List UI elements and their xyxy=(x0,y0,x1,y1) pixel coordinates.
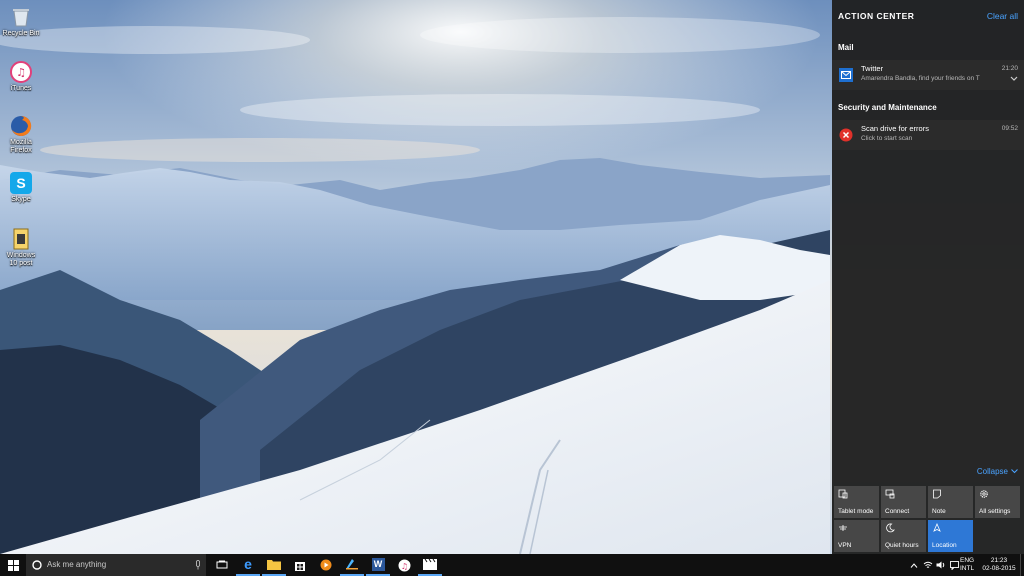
itunes-icon: ♫ xyxy=(10,61,32,83)
desktop-icon-label: Recycle Bin xyxy=(2,30,40,37)
cortana-search-box[interactable]: Ask me anything xyxy=(26,554,206,576)
firefox-icon xyxy=(10,115,32,137)
quick-action-tablet-mode[interactable]: Tablet mode xyxy=(834,486,879,518)
desktop-icon-label: iTunes xyxy=(10,85,32,92)
desktop-icon-label: Windows 10 post xyxy=(6,252,36,267)
desktop-icon-firefox[interactable]: Mozilla Firefox xyxy=(2,115,40,155)
desktop-icon-windows-10-post[interactable]: Windows 10 post xyxy=(2,228,40,268)
paint-icon[interactable] xyxy=(340,554,364,576)
error-icon xyxy=(839,128,853,142)
notification-twitter[interactable]: Twitter Amarendra Bandla, find your frie… xyxy=(832,60,1024,90)
quick-action-label: All settings xyxy=(979,508,1011,515)
microphone-icon[interactable] xyxy=(195,560,201,570)
file-explorer-icon[interactable] xyxy=(262,554,286,576)
desktop-icon-itunes[interactable]: ♫ iTunes xyxy=(2,61,40,93)
notification-title: Twitter xyxy=(861,64,884,73)
action-center-title: ACTION CENTER xyxy=(838,11,915,21)
quick-action-connect[interactable]: Connect xyxy=(881,486,926,518)
cortana-icon xyxy=(32,560,42,570)
chevron-down-icon xyxy=(1011,469,1018,474)
note-icon xyxy=(933,489,941,499)
movie-maker-icon[interactable] xyxy=(418,554,442,576)
start-button[interactable] xyxy=(0,554,26,576)
quick-action-label: Quiet hours xyxy=(885,542,919,549)
quick-action-location[interactable]: Location xyxy=(928,520,973,552)
search-placeholder: Ask me anything xyxy=(47,560,107,569)
notification-body: Click to start scan xyxy=(861,135,913,142)
quick-action-note[interactable]: Note xyxy=(928,486,973,518)
chevron-down-icon[interactable] xyxy=(1010,76,1018,82)
quick-action-quiet-hours[interactable]: Quiet hours xyxy=(881,520,926,552)
language-code: ENG xyxy=(960,557,975,564)
quick-action-label: Location xyxy=(932,542,957,549)
moon-icon xyxy=(886,523,895,533)
gear-icon xyxy=(980,490,988,498)
quick-action-label: VPN xyxy=(838,542,852,549)
location-icon xyxy=(933,523,941,532)
task-view-icon[interactable] xyxy=(210,554,234,576)
notification-time: 09:52 xyxy=(1001,125,1018,132)
notification-body: Amarendra Bandla, find your friends on T xyxy=(861,75,980,82)
taskbar-clock[interactable]: 21:23 02-08-2015 xyxy=(982,557,1016,573)
quick-action-all-settings[interactable]: All settings xyxy=(975,486,1020,518)
mail-icon xyxy=(839,68,853,82)
input-language-indicator[interactable]: ENG INTL xyxy=(960,557,974,573)
notification-time: 21:20 xyxy=(1001,65,1018,72)
word-icon[interactable]: W xyxy=(366,554,390,576)
quick-action-vpn[interactable]: VPN xyxy=(834,520,879,552)
desktop-icon-skype[interactable]: S Skype xyxy=(2,172,40,204)
action-center-panel: ACTION CENTER Clear all Mail Twitter Ama… xyxy=(832,0,1024,554)
notification-group-mail: Mail xyxy=(838,43,854,52)
volume-icon[interactable] xyxy=(935,554,947,576)
language-layout: INTL xyxy=(960,565,975,572)
windows-logo-icon xyxy=(7,559,19,571)
notification-group-security: Security and Maintenance xyxy=(838,103,937,112)
connect-icon xyxy=(885,489,895,499)
media-player-icon[interactable] xyxy=(314,554,338,576)
itunes-taskbar-icon[interactable]: ♫ xyxy=(392,554,416,576)
collapse-button[interactable]: Collapse xyxy=(977,467,1018,476)
desktop-icon-recycle-bin[interactable]: Recycle Bin xyxy=(2,6,40,38)
document-icon xyxy=(10,228,32,250)
show-hidden-icons-chevron[interactable] xyxy=(908,554,920,576)
notifications-icon[interactable] xyxy=(948,554,960,576)
edge-icon[interactable]: e xyxy=(236,554,260,576)
recycle-bin-icon xyxy=(10,6,32,28)
clock-date: 02-08-2015 xyxy=(982,565,1016,572)
skype-icon: S xyxy=(10,172,32,194)
notification-title: Scan drive for errors xyxy=(861,124,929,133)
svg-text:♫: ♫ xyxy=(16,66,26,79)
taskbar: Ask me anything e W ♫ ENG INTL 21:23 02-… xyxy=(0,554,1024,576)
desktop-icon-label: Skype xyxy=(11,196,31,203)
quick-action-label: Note xyxy=(932,508,946,515)
show-desktop-button[interactable] xyxy=(1020,554,1024,576)
desktop-icon-label: Mozilla Firefox xyxy=(10,139,32,154)
vpn-icon xyxy=(839,525,847,531)
tablet-mode-icon xyxy=(838,489,848,499)
collapse-label: Collapse xyxy=(976,467,1008,476)
quick-action-label: Connect xyxy=(885,508,910,515)
wifi-icon[interactable] xyxy=(922,554,934,576)
clock-time: 21:23 xyxy=(990,557,1008,564)
quick-action-label: Tablet mode xyxy=(838,508,874,515)
clear-all-button[interactable]: Clear all xyxy=(987,11,1018,21)
notification-scan-drive[interactable]: Scan drive for errors Click to start sca… xyxy=(832,120,1024,150)
quick-actions-grid: Tablet mode Connect Note All settings VP… xyxy=(834,486,1024,552)
svg-text:♫: ♫ xyxy=(400,562,407,571)
store-icon[interactable] xyxy=(288,554,312,576)
